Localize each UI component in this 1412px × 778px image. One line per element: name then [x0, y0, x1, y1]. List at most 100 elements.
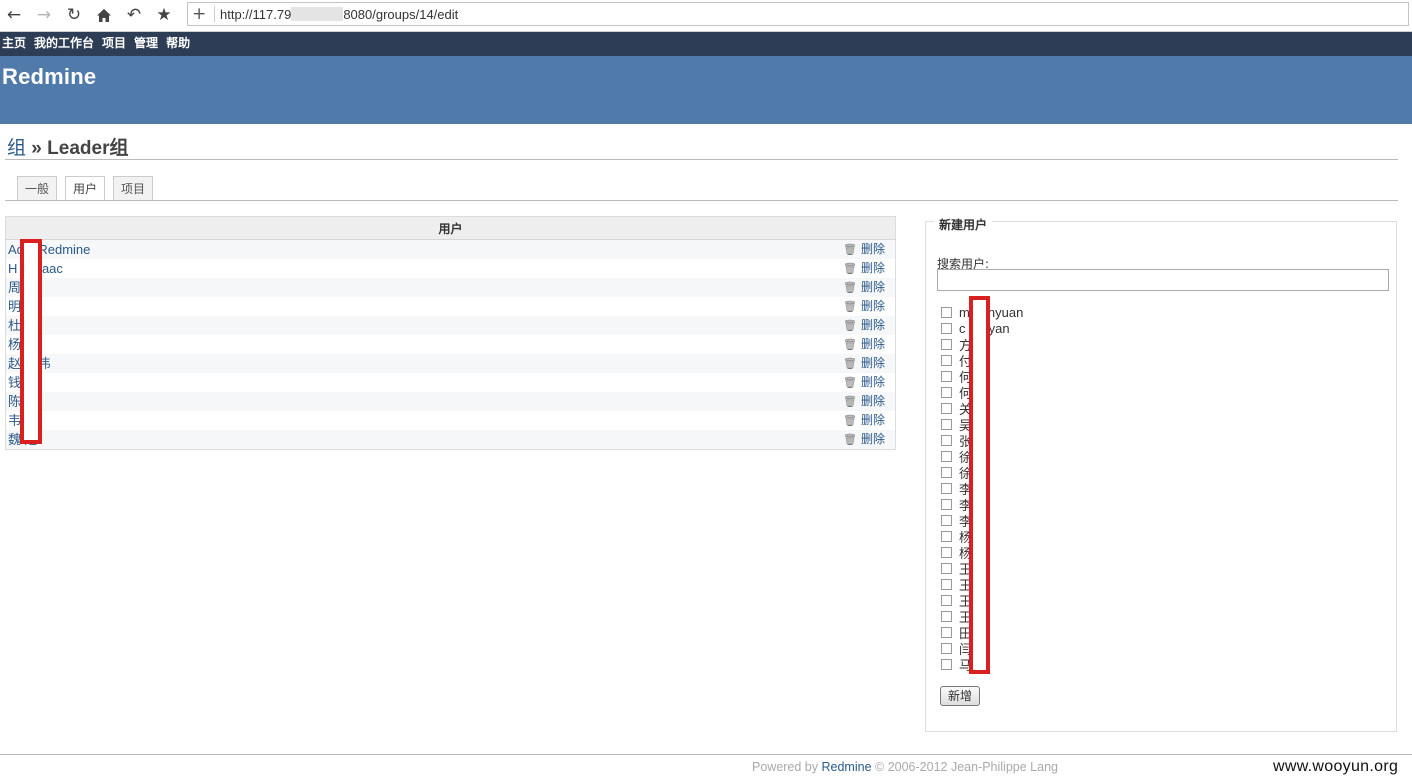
user-name-link[interactable]: H g Isaac	[5, 259, 823, 278]
tab-bar: 一般 用户 项目	[17, 176, 161, 201]
candidate-checkbox[interactable]	[941, 418, 952, 430]
candidate-checkbox[interactable]	[941, 466, 952, 478]
user-name-link[interactable]: 杨	[5, 335, 823, 354]
delete-link[interactable]: 删除	[861, 356, 885, 370]
user-name-link[interactable]: 周	[5, 278, 823, 297]
delete-link[interactable]: 删除	[861, 375, 885, 389]
site-header: Redmine	[0, 56, 1412, 124]
delete-link[interactable]: 删除	[861, 299, 885, 313]
breadcrumb-groups-link[interactable]: 组	[7, 138, 26, 159]
trash-icon[interactable]: 🗑	[843, 431, 857, 449]
delete-link[interactable]: 删除	[861, 432, 885, 446]
candidate-checkbox[interactable]	[941, 482, 952, 494]
address-divider	[214, 6, 215, 22]
top-menu-my-page[interactable]: 我的工作台	[34, 32, 94, 55]
tab-general[interactable]: 一般	[17, 176, 58, 200]
user-name-link[interactable]: 魏 旭	[5, 430, 823, 450]
row-actions: 🗑 删除	[823, 430, 896, 450]
trash-icon[interactable]: 🗑	[843, 317, 857, 335]
trash-icon[interactable]: 🗑	[843, 241, 857, 259]
footer-copyright: © 2006-2012 Jean-Philippe Lang	[875, 760, 1058, 774]
users-table-body: Ad n Redmine🗑删除H g Isaac🗑删除周🗑删除明🗑删除杜🗑删除杨…	[5, 239, 896, 450]
candidate-checkbox[interactable]	[941, 306, 952, 318]
candidate-checkbox[interactable]	[941, 450, 952, 462]
tab-projects[interactable]: 项目	[113, 176, 154, 200]
user-name-link[interactable]: 陈	[5, 392, 823, 411]
row-actions: 🗑 删除	[823, 373, 896, 392]
row-actions: 🗑 删除	[823, 354, 896, 373]
trash-icon[interactable]: 🗑	[843, 279, 857, 297]
add-user-button[interactable]: 新增	[940, 686, 980, 706]
candidate-checkbox[interactable]	[941, 642, 952, 654]
row-actions: 🗑 删除	[823, 297, 896, 316]
trash-icon[interactable]: 🗑	[843, 355, 857, 373]
delete-link[interactable]: 删除	[861, 280, 885, 294]
top-menu-projects[interactable]: 项目	[102, 32, 126, 55]
candidate-checkbox[interactable]	[941, 578, 952, 590]
candidate-checkbox[interactable]	[941, 322, 952, 334]
redaction-box-candidates	[969, 296, 990, 674]
row-actions: 🗑 删除	[823, 392, 896, 411]
candidate-checkbox[interactable]	[941, 658, 952, 670]
top-menu-administration[interactable]: 管理	[134, 32, 158, 55]
breadcrumb-separator: »	[31, 138, 42, 159]
top-menu-home[interactable]: 主页	[2, 32, 26, 55]
top-menu: 主页 我的工作台 项目 管理 帮助	[0, 32, 1412, 56]
candidate-checkbox[interactable]	[941, 562, 952, 574]
delete-link[interactable]: 删除	[861, 318, 885, 332]
top-menu-help[interactable]: 帮助	[166, 32, 190, 55]
user-name-link[interactable]: 韦	[5, 411, 823, 430]
group-users-table: 用户 Ad n Redmine🗑删除H g Isaac🗑删除周🗑删除明🗑删除杜🗑…	[5, 216, 896, 450]
user-name-link[interactable]: Ad n Redmine	[5, 239, 823, 259]
delete-link[interactable]: 删除	[861, 337, 885, 351]
delete-link[interactable]: 删除	[861, 394, 885, 408]
delete-link[interactable]: 删除	[861, 413, 885, 427]
candidate-checkbox[interactable]	[941, 610, 952, 622]
table-row: 钱 🗑 删除	[5, 373, 896, 392]
footer-redmine-link[interactable]: Redmine	[822, 760, 872, 774]
trash-icon[interactable]: 🗑	[843, 298, 857, 316]
bookmark-star-icon[interactable]: ★	[153, 4, 175, 26]
tabs-divider	[5, 200, 1398, 201]
new-tab-plus-icon[interactable]: +	[192, 4, 206, 24]
candidate-checkbox[interactable]	[941, 402, 952, 414]
candidate-checkbox[interactable]	[941, 370, 952, 382]
delete-link[interactable]: 删除	[861, 261, 885, 275]
candidate-checkbox[interactable]	[941, 338, 952, 350]
back-arrow-icon[interactable]: ←	[3, 4, 25, 26]
user-name-link[interactable]: 赵 国伟	[5, 354, 823, 373]
page-title: 组 » Leader组	[7, 133, 128, 160]
user-name-link[interactable]: 杜	[5, 316, 823, 335]
trash-icon[interactable]: 🗑	[843, 336, 857, 354]
tab-users[interactable]: 用户	[65, 176, 106, 201]
candidate-checkbox[interactable]	[941, 594, 952, 606]
candidate-checkbox[interactable]	[941, 354, 952, 366]
site-title[interactable]: Redmine	[2, 64, 96, 90]
home-icon[interactable]	[93, 4, 115, 26]
url-text[interactable]: http://117.79 8080/groups/14/edit	[220, 7, 458, 22]
user-name-link[interactable]: 明	[5, 297, 823, 316]
reload-icon[interactable]: ↻	[63, 4, 85, 26]
table-row: 陈 🗑 删除	[5, 392, 896, 411]
delete-link[interactable]: 删除	[861, 242, 885, 256]
url-host-part: http://117.79	[220, 7, 292, 22]
trash-icon[interactable]: 🗑	[843, 412, 857, 430]
search-user-input[interactable]	[937, 269, 1389, 291]
trash-icon[interactable]: 🗑	[843, 374, 857, 392]
candidate-checkbox[interactable]	[941, 386, 952, 398]
address-bar[interactable]: + http://117.79 8080/groups/14/edit	[187, 2, 1409, 26]
table-row: 赵 国伟 🗑 删除	[5, 354, 896, 373]
candidate-checkbox[interactable]	[941, 626, 952, 638]
trash-icon[interactable]: 🗑	[843, 260, 857, 278]
forward-arrow-icon[interactable]: →	[33, 4, 55, 26]
candidate-checkbox[interactable]	[941, 546, 952, 558]
user-name-link[interactable]: 钱	[5, 373, 823, 392]
users-column-header: 用户	[5, 216, 896, 240]
undo-icon[interactable]: ↶	[123, 4, 145, 26]
candidate-checkbox[interactable]	[941, 498, 952, 510]
candidate-checkbox[interactable]	[941, 514, 952, 526]
row-actions: 🗑 删除	[823, 239, 896, 259]
candidate-checkbox[interactable]	[941, 434, 952, 446]
candidate-checkbox[interactable]	[941, 530, 952, 542]
trash-icon[interactable]: 🗑	[843, 393, 857, 411]
